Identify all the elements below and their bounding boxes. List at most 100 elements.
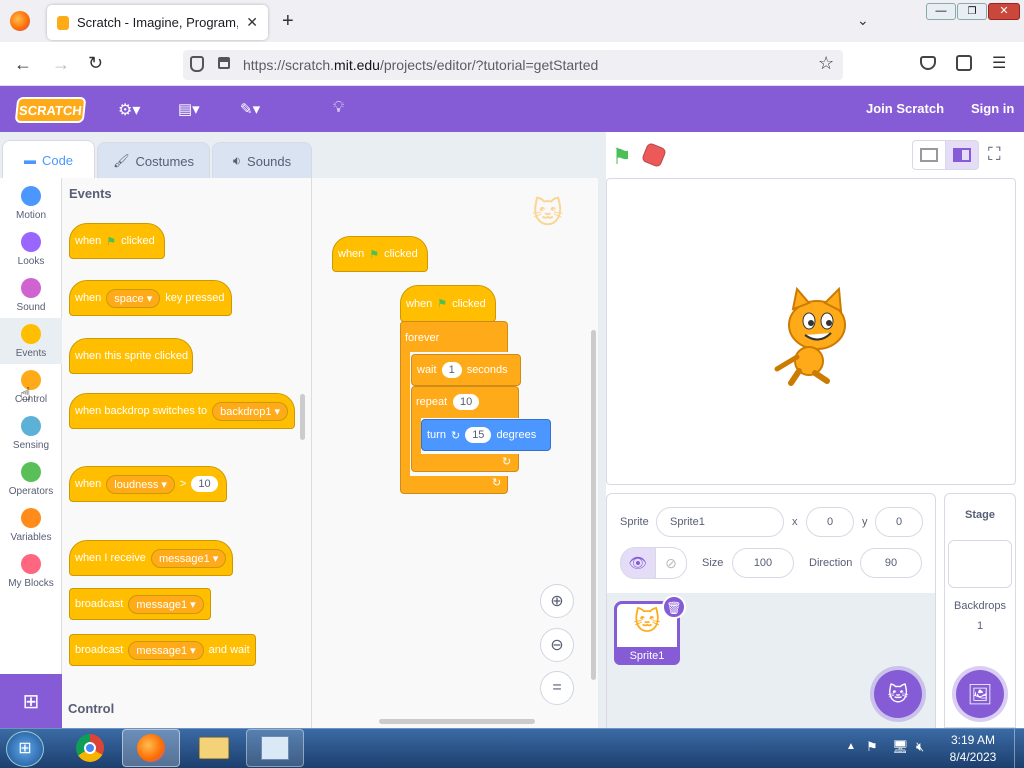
wait-block[interactable]: wait 1 seconds xyxy=(411,354,521,386)
fullscreen-icon[interactable]: ⛶ xyxy=(988,144,1001,165)
url-text[interactable]: https://scratch.mit.edu/projects/editor/… xyxy=(243,57,598,73)
backdrop-dropdown[interactable]: backdrop1 ▾ xyxy=(212,401,289,421)
broadcast-wait-dropdown[interactable]: message1 ▾ xyxy=(128,640,204,660)
show-desktop-button[interactable] xyxy=(1014,729,1024,768)
block-when-key-pressed[interactable]: when space ▾ key pressed xyxy=(69,280,232,316)
action-center-icon[interactable]: ⚑ xyxy=(866,739,878,755)
sign-in-link[interactable]: Sign in xyxy=(971,101,1014,116)
loudness-dropdown[interactable]: loudness ▾ xyxy=(106,474,175,494)
settings-gear-icon[interactable]: ⚙▾ xyxy=(118,100,140,120)
tab-costumes[interactable]: 🖌︎ Costumes xyxy=(97,142,210,179)
dropdown-value: message1 xyxy=(136,598,188,611)
workspace-horizontal-scrollbar[interactable] xyxy=(379,719,535,724)
taskbar-explorer[interactable] xyxy=(190,731,238,765)
minimize-window-button[interactable]: — xyxy=(926,3,956,20)
new-tab-icon[interactable]: + xyxy=(282,10,294,33)
category-control[interactable]: Control xyxy=(0,364,62,405)
bookmark-star-icon[interactable]: ☆ xyxy=(818,53,834,74)
palette-scrollbar[interactable] xyxy=(300,394,305,440)
stage-thumbnail[interactable] xyxy=(948,540,1012,588)
block-broadcast-and-wait[interactable]: broadcast message1 ▾ and wait xyxy=(69,634,256,666)
category-events[interactable]: Events xyxy=(0,318,62,364)
small-stage-button[interactable] xyxy=(912,140,946,170)
volume-muted-icon[interactable]: 🔇︎ xyxy=(916,739,924,755)
tab-code[interactable]: ▬ Code xyxy=(2,140,95,179)
category-operators[interactable]: Operators xyxy=(0,456,62,497)
hide-sprite-button[interactable]: ⊘ xyxy=(655,547,687,579)
scratch-logo[interactable]: SCRATCH xyxy=(14,97,87,123)
restore-window-button[interactable]: ❐ xyxy=(957,3,987,20)
script-when-flag-clicked-2[interactable]: when ⚑ clicked xyxy=(400,285,496,322)
category-sound[interactable]: Sound xyxy=(0,272,62,313)
start-button[interactable]: ⊞ xyxy=(6,731,44,767)
show-sprite-button[interactable]: 👁︎ xyxy=(620,547,656,579)
list-tabs-chevron-icon[interactable]: ⌄ xyxy=(857,12,869,29)
category-motion[interactable]: Motion xyxy=(0,180,62,221)
size-input[interactable]: 100 xyxy=(732,548,794,578)
block-text: > xyxy=(179,478,187,490)
block-when-backdrop-switches[interactable]: when backdrop switches to backdrop1 ▾ xyxy=(69,393,295,429)
choose-sprite-button[interactable]: 🐱︎ xyxy=(874,670,922,718)
green-flag-button[interactable]: ⚑ xyxy=(612,144,632,170)
category-my-blocks[interactable]: My Blocks xyxy=(0,548,62,589)
cat-sprite-icon[interactable] xyxy=(769,287,859,387)
direction-input[interactable]: 90 xyxy=(860,548,922,578)
close-window-button[interactable]: ✕ xyxy=(988,3,1020,20)
category-sensing[interactable]: Sensing xyxy=(0,410,62,451)
close-tab-icon[interactable]: ✕ xyxy=(246,14,258,31)
block-broadcast[interactable]: broadcast message1 ▾ xyxy=(69,588,211,620)
category-looks[interactable]: Looks xyxy=(0,226,62,267)
receive-dropdown[interactable]: message1 ▾ xyxy=(150,548,227,568)
tutorials-lightbulb-icon[interactable]: 💡︎ xyxy=(333,99,344,117)
lock-icon[interactable] xyxy=(218,57,230,69)
choose-backdrop-button[interactable]: 🖼︎ xyxy=(956,670,1004,718)
script-when-flag-clicked-1[interactable]: when ⚑ clicked xyxy=(332,236,428,272)
block-when-loudness[interactable]: when loudness ▾ >10 xyxy=(69,466,227,502)
show-hidden-icons[interactable]: ▲ xyxy=(846,741,856,752)
taskbar-firefox[interactable] xyxy=(122,729,180,767)
category-label: Variables xyxy=(10,532,52,543)
block-text: turn xyxy=(427,429,446,441)
file-menu-icon[interactable]: ▤▾ xyxy=(178,100,200,118)
y-input[interactable]: 0 xyxy=(875,507,923,537)
zoom-out-button[interactable]: ⊖ xyxy=(540,628,574,662)
key-dropdown[interactable]: space ▾ xyxy=(106,288,161,308)
stage-canvas[interactable] xyxy=(606,178,1016,485)
reload-icon[interactable]: ↻ xyxy=(88,53,103,74)
turn-input[interactable]: 15 xyxy=(465,427,492,443)
zoom-in-button[interactable]: ⊕ xyxy=(540,584,574,618)
x-input[interactable]: 0 xyxy=(806,507,854,537)
loudness-input[interactable]: 10 xyxy=(191,476,218,492)
repeat-input[interactable]: 10 xyxy=(453,394,480,410)
block-when-i-receive[interactable]: when I receive message1 ▾ xyxy=(69,540,233,576)
browser-tab[interactable]: Scratch - Imagine, Program, Sh ✕ xyxy=(47,5,268,40)
forward-arrow-icon[interactable]: → xyxy=(52,54,70,75)
zoom-reset-button[interactable]: = xyxy=(540,671,574,705)
add-extension-button[interactable]: ⊞ xyxy=(0,674,62,728)
sprite-name-input[interactable]: Sprite1 xyxy=(656,507,784,537)
taskbar-chrome[interactable] xyxy=(70,731,110,765)
delete-sprite-button[interactable]: 🗑︎ xyxy=(662,595,686,619)
back-arrow-icon[interactable]: ← xyxy=(14,54,32,75)
firefox-icon[interactable] xyxy=(10,11,30,31)
stop-button[interactable] xyxy=(640,141,668,169)
large-stage-button[interactable] xyxy=(945,140,979,170)
block-when-flag-clicked[interactable]: when ⚑ clicked xyxy=(69,223,165,259)
network-icon[interactable]: 🖥︎ xyxy=(892,739,909,755)
taskbar-control-panel[interactable] xyxy=(246,729,304,767)
edit-menu-icon[interactable]: ✎▾ xyxy=(240,100,260,118)
dropdown-value: backdrop1 xyxy=(220,405,272,418)
extensions-icon[interactable] xyxy=(956,55,972,71)
broadcast-dropdown[interactable]: message1 ▾ xyxy=(128,594,204,614)
join-scratch-link[interactable]: Join Scratch xyxy=(866,101,944,116)
hamburger-menu-icon[interactable]: ☰ xyxy=(992,53,1006,73)
wait-input[interactable]: 1 xyxy=(441,362,462,378)
block-when-sprite-clicked[interactable]: when this sprite clicked xyxy=(69,338,193,374)
clock-date[interactable]: 8/4/2023 xyxy=(944,750,1002,764)
category-variables[interactable]: Variables xyxy=(0,502,62,543)
turn-block[interactable]: turn ↻ 15 degrees xyxy=(421,419,551,451)
shield-icon[interactable] xyxy=(190,56,204,72)
tab-sounds[interactable]: 🔉︎ Sounds xyxy=(212,142,312,179)
clock-time[interactable]: 3:19 AM xyxy=(944,733,1002,747)
workspace-vertical-scrollbar[interactable] xyxy=(591,330,596,680)
